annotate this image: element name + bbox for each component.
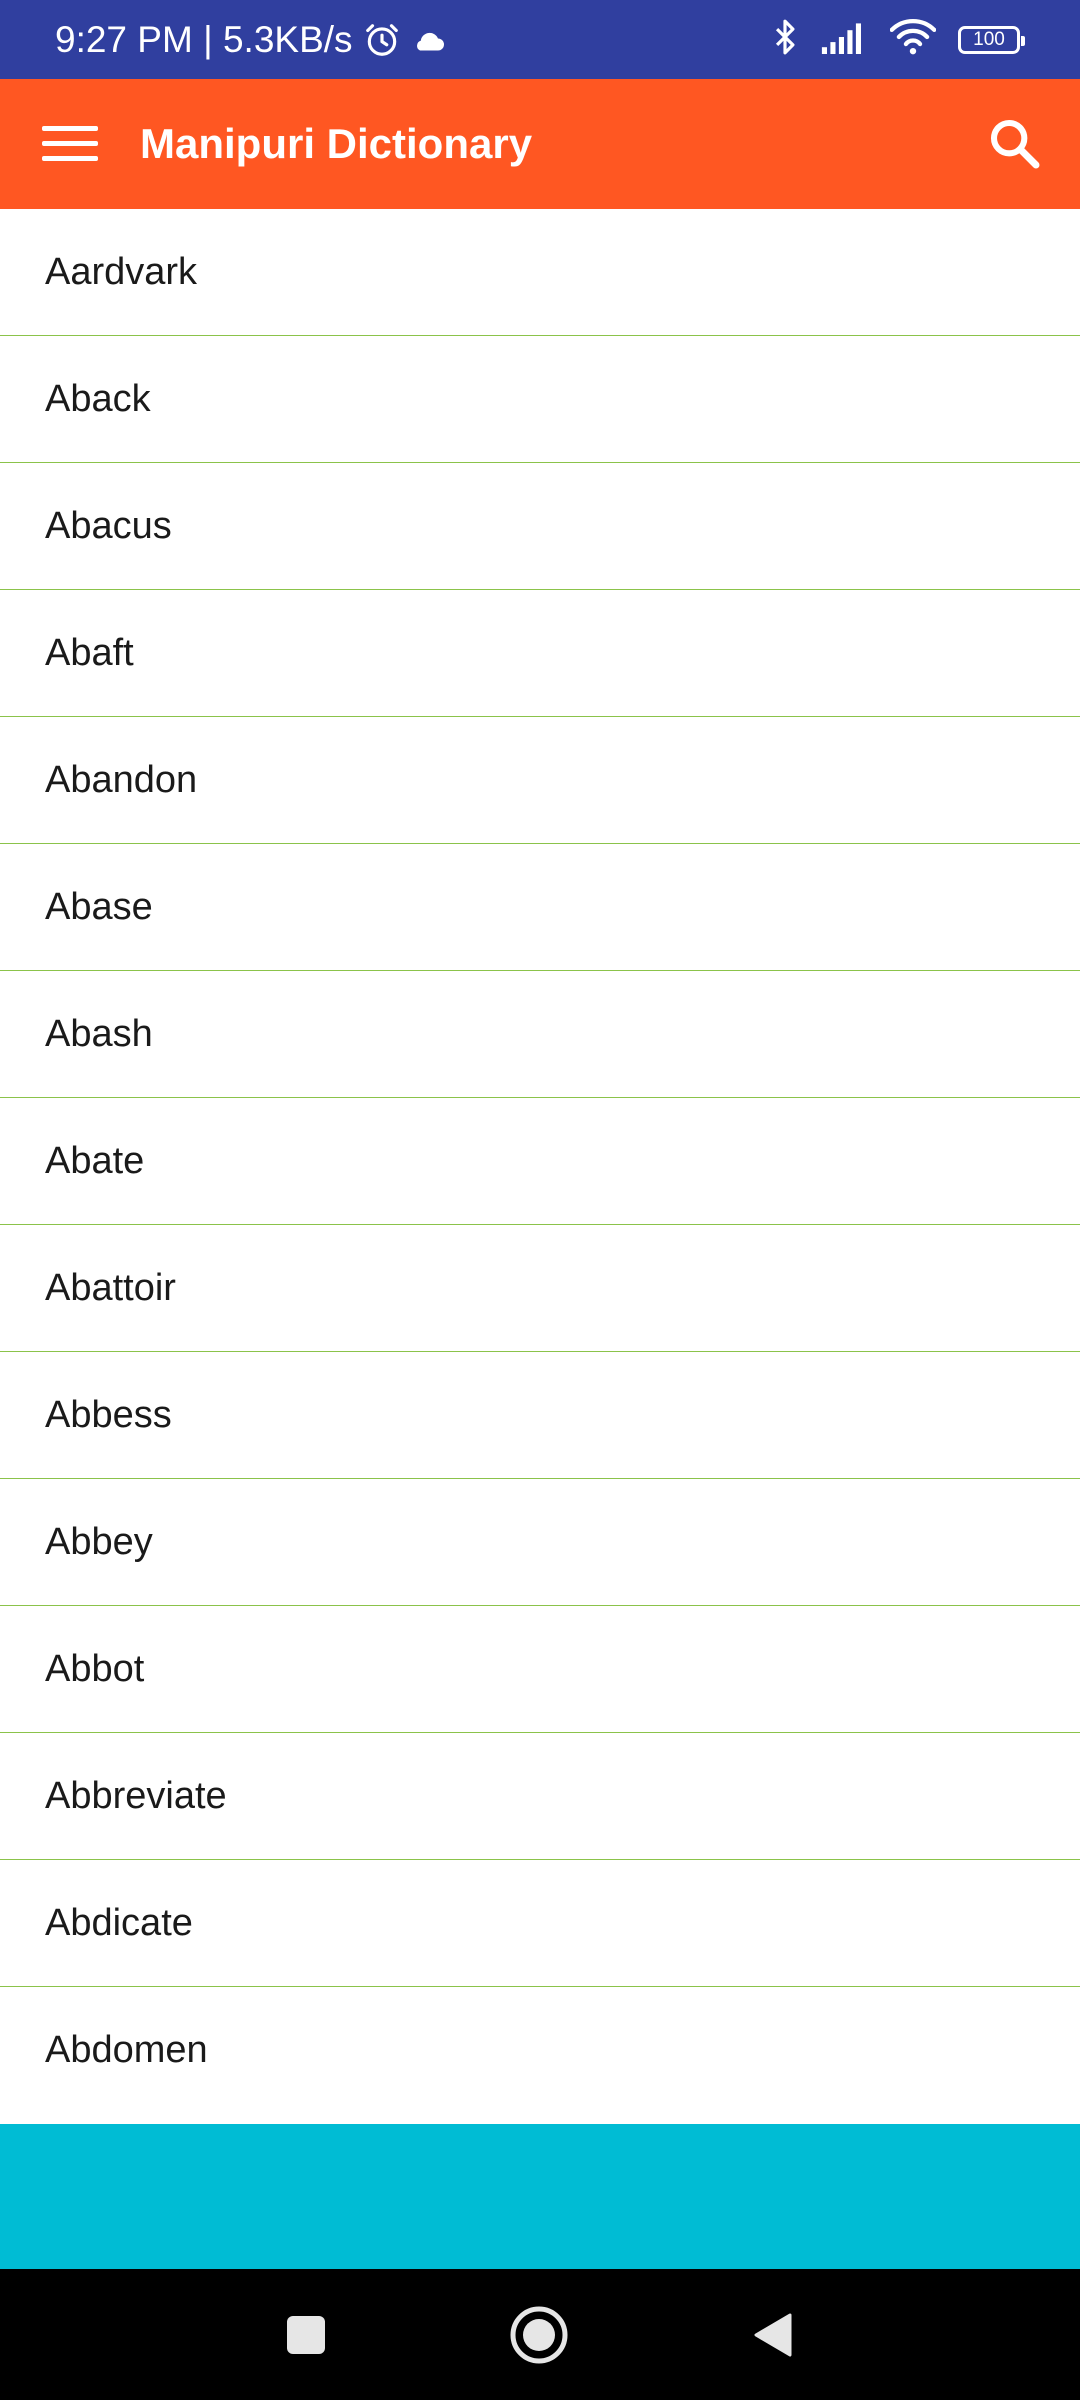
hamburger-menu-icon bbox=[42, 126, 98, 161]
word-text: Aback bbox=[45, 377, 151, 420]
search-icon bbox=[990, 119, 1040, 169]
word-text: Abate bbox=[45, 1139, 145, 1182]
word-list-item[interactable]: Abdomen bbox=[0, 1987, 1080, 2114]
word-text: Abash bbox=[45, 1012, 153, 1055]
status-bar: 9:27 PM | 5.3KB/s 100 bbox=[0, 0, 1080, 79]
battery-icon: 100 bbox=[958, 25, 1025, 54]
word-text: Abase bbox=[45, 885, 153, 928]
word-text: Abacus bbox=[45, 504, 172, 547]
alarm-icon bbox=[363, 21, 401, 59]
battery-level: 100 bbox=[973, 28, 1005, 50]
word-list: Aardvark Aback Abacus Abaft Abandon Abase Abas… bbox=[0, 209, 1080, 2124]
app-bar: Manipuri Dictionary bbox=[0, 79, 1080, 209]
screen: 9:27 PM | 5.3KB/s 100 Manipuri Dictionar… bbox=[0, 0, 1080, 2400]
app-title: Manipuri Dictionary bbox=[140, 120, 533, 167]
word-list-item[interactable]: Abbot bbox=[0, 1606, 1080, 1733]
wifi-icon bbox=[889, 19, 937, 60]
back-triangle-icon bbox=[754, 2313, 792, 2357]
status-right: 100 bbox=[772, 0, 1025, 79]
search-button[interactable] bbox=[975, 104, 1055, 184]
word-text: Abattoir bbox=[45, 1266, 176, 1309]
word-list-item[interactable]: Abase bbox=[0, 844, 1080, 971]
word-text: Abbot bbox=[45, 1647, 145, 1690]
word-list-item[interactable]: Abandon bbox=[0, 717, 1080, 844]
signal-icon bbox=[820, 20, 868, 59]
recents-button[interactable] bbox=[268, 2297, 344, 2373]
home-button[interactable] bbox=[501, 2297, 577, 2373]
word-list-item[interactable]: Abattoir bbox=[0, 1225, 1080, 1352]
word-list-item[interactable]: Abaft bbox=[0, 590, 1080, 717]
word-list-item[interactable]: Abdicate bbox=[0, 1860, 1080, 1987]
word-text: Abdomen bbox=[45, 2029, 208, 2071]
status-left: 9:27 PM | 5.3KB/s bbox=[55, 0, 447, 79]
home-circle-icon bbox=[510, 2306, 568, 2364]
word-text: Abaft bbox=[45, 631, 134, 674]
bluetooth-icon bbox=[772, 18, 798, 61]
word-list-item[interactable]: Abbey bbox=[0, 1479, 1080, 1606]
word-text: Abbess bbox=[45, 1393, 172, 1436]
menu-button[interactable] bbox=[30, 104, 110, 184]
word-text: Abdicate bbox=[45, 1901, 193, 1944]
back-button[interactable] bbox=[734, 2297, 810, 2373]
word-list-item[interactable]: Abacus bbox=[0, 463, 1080, 590]
word-list-item[interactable]: Abash bbox=[0, 971, 1080, 1098]
recents-square-icon bbox=[287, 2316, 325, 2354]
word-text: Abbey bbox=[45, 1520, 153, 1563]
navigation-bar bbox=[0, 2269, 1080, 2400]
word-text: Abandon bbox=[45, 758, 198, 801]
word-list-item[interactable]: Abate bbox=[0, 1098, 1080, 1225]
status-time-speed: 9:27 PM | 5.3KB/s bbox=[55, 18, 353, 60]
word-text: Aardvark bbox=[45, 250, 198, 293]
word-text: Abbreviate bbox=[45, 1774, 227, 1817]
word-list-item[interactable]: Aardvark bbox=[0, 209, 1080, 336]
word-list-item[interactable]: Abbess bbox=[0, 1352, 1080, 1479]
cloud-icon bbox=[411, 27, 447, 53]
word-list-item[interactable]: Abbreviate bbox=[0, 1733, 1080, 1860]
ad-banner[interactable] bbox=[0, 2124, 1080, 2269]
word-list-item[interactable]: Aback bbox=[0, 336, 1080, 463]
